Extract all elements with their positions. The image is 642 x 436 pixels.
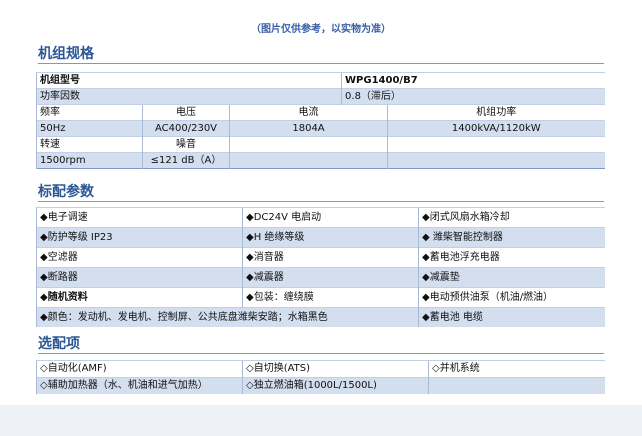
optional-section-title: 选配项 bbox=[38, 336, 80, 352]
power-factor-value: 0.8（滞后） bbox=[341, 88, 605, 105]
std-item: ◆随机资料 bbox=[36, 287, 243, 308]
spec-section-title: 机组规格 bbox=[38, 46, 94, 62]
optional-divider bbox=[38, 353, 604, 354]
spec-divider bbox=[38, 63, 604, 64]
model-label: 机组型号 bbox=[35, 72, 342, 89]
disclaimer-note: （图片仅供参考，以实物为准） bbox=[251, 24, 391, 35]
voltage-label: 电压 bbox=[142, 104, 230, 121]
std-item: ◆蓄电池 电缆 bbox=[418, 307, 605, 327]
speed-label: 转速 bbox=[36, 136, 143, 153]
std-item: ◆电子调速 bbox=[36, 207, 243, 228]
spec-table: 机组型号 WPG1400/B7 功率因数 0.8（滞后） 频率 电压 电流 机组… bbox=[35, 72, 605, 169]
std-item: ◆闭式风扇水箱冷却 bbox=[418, 207, 605, 228]
noise-value: ≤121 dB（A） bbox=[142, 152, 230, 169]
noise-label: 噪音 bbox=[142, 136, 230, 153]
standard-table: ◆电子调速 ◆DC24V 电启动 ◆闭式风扇水箱冷却 ◆防护等级 IP23 ◆H… bbox=[36, 207, 605, 327]
std-item: ◆消音器 bbox=[242, 247, 419, 268]
current-label: 电流 bbox=[228, 104, 388, 121]
opt-item: ◇独立燃油箱(1000L/1500L) bbox=[242, 377, 429, 394]
voltage-value: AC400/230V bbox=[142, 120, 230, 137]
std-item: ◆蓄电池浮充电器 bbox=[418, 247, 605, 268]
unit-power-value: 1400kVA/1120kW bbox=[387, 120, 605, 137]
opt-item: ◇自动化(AMF) bbox=[36, 360, 243, 378]
standard-divider bbox=[38, 201, 604, 202]
std-item-color: ◆颜色：发动机、发电机、控制屏、公共底盘潍柴安踏；水箱黑色 bbox=[36, 307, 419, 327]
power-factor-label: 功率因数 bbox=[35, 88, 342, 105]
opt-item: ◇并机系统 bbox=[428, 360, 605, 378]
optional-table: ◇自动化(AMF) ◇自切换(ATS) ◇并机系统 ◇辅助加热器（水、机油和进气… bbox=[36, 360, 605, 394]
std-item: ◆防护等级 IP23 bbox=[36, 227, 243, 248]
std-item: ◆H 绝缘等级 bbox=[242, 227, 419, 248]
std-item: ◆减震器 bbox=[242, 267, 419, 288]
std-item: ◆断路器 bbox=[36, 267, 243, 288]
std-item: ◆DC24V 电启动 bbox=[242, 207, 419, 228]
model-value: WPG1400/B7 bbox=[341, 72, 605, 89]
opt-item: ◇自切换(ATS) bbox=[242, 360, 429, 378]
unit-power-label: 机组功率 bbox=[387, 104, 605, 121]
opt-item: ◇辅助加热器（水、机油和进气加热） bbox=[36, 377, 243, 394]
std-item: ◆ 潍柴智能控制器 bbox=[418, 227, 605, 248]
std-item: ◆包装：缠绕膜 bbox=[242, 287, 419, 308]
speed-value: 1500rpm bbox=[36, 152, 143, 169]
standard-section-title: 标配参数 bbox=[38, 184, 94, 200]
frequency-value: 50Hz bbox=[36, 120, 143, 137]
std-item: ◆减震垫 bbox=[418, 267, 605, 288]
std-item: ◆电动预供油泵（机油/燃油） bbox=[418, 287, 605, 308]
footer-band bbox=[0, 405, 642, 436]
std-item: ◆空滤器 bbox=[36, 247, 243, 268]
frequency-label: 频率 bbox=[36, 104, 143, 121]
current-value: 1804A bbox=[228, 120, 388, 137]
